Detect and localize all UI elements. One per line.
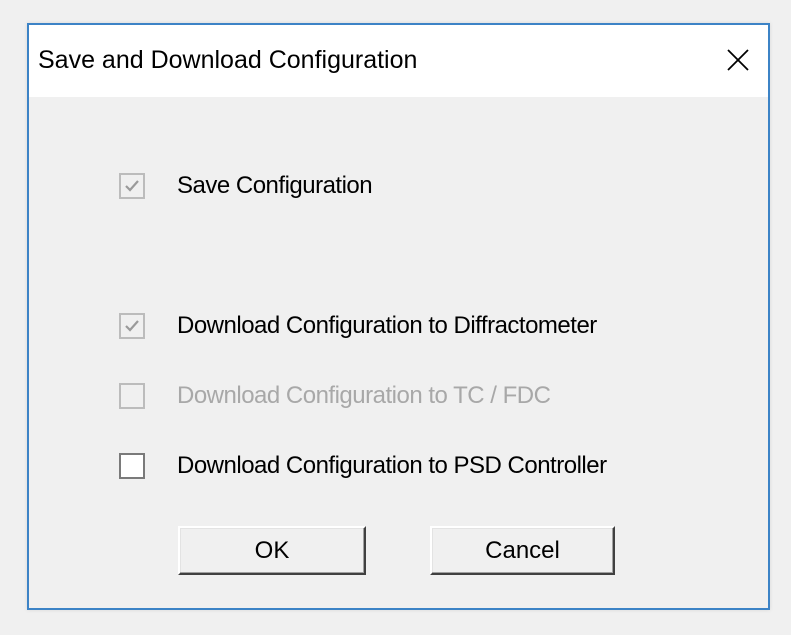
cancel-button[interactable]: Cancel — [430, 526, 615, 575]
download-diffractometer-checkbox[interactable] — [119, 313, 145, 339]
download-psd-checkbox[interactable] — [119, 453, 145, 479]
close-icon — [727, 49, 749, 71]
checkmark-icon — [125, 180, 139, 192]
title-bar[interactable]: Save and Download Configuration — [29, 25, 768, 97]
save-configuration-option[interactable]: Save Configuration — [119, 169, 373, 203]
ok-button[interactable]: OK — [178, 526, 366, 575]
download-tc-fdc-option: Download Configuration to TC / FDC — [119, 379, 551, 413]
close-button[interactable] — [714, 37, 762, 83]
download-psd-option[interactable]: Download Configuration to PSD Controller — [119, 449, 607, 483]
checkmark-icon — [125, 320, 139, 332]
dialog-title: Save and Download Configuration — [38, 46, 418, 74]
download-psd-label: Download Configuration to PSD Controller — [177, 452, 607, 479]
save-download-dialog: Save and Download Configuration Save Con… — [27, 23, 770, 610]
download-diffractometer-option[interactable]: Download Configuration to Diffractometer — [119, 309, 597, 343]
download-diffractometer-label: Download Configuration to Diffractometer — [177, 312, 597, 339]
save-configuration-label: Save Configuration — [177, 172, 373, 199]
download-tc-fdc-checkbox — [119, 383, 145, 409]
download-tc-fdc-label: Download Configuration to TC / FDC — [177, 382, 551, 409]
save-configuration-checkbox[interactable] — [119, 173, 145, 199]
